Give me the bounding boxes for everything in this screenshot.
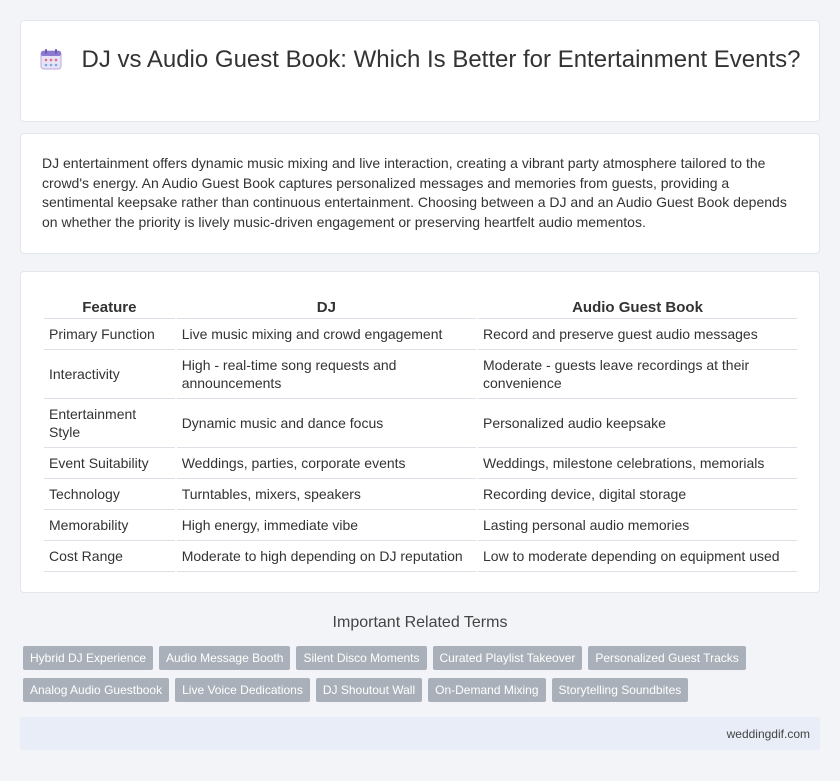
audio-guest-book-cell: Lasting personal audio memories: [478, 510, 797, 541]
calendar-icon: [40, 49, 61, 70]
table-header-row: Feature DJ Audio Guest Book: [44, 297, 797, 319]
intro-card: DJ entertainment offers dynamic music mi…: [20, 133, 820, 254]
intro-paragraph: DJ entertainment offers dynamic music mi…: [42, 155, 787, 230]
tag-on-demand-mixing[interactable]: On-Demand Mixing: [428, 678, 546, 702]
dj-cell: High - real-time song requests and annou…: [176, 350, 476, 399]
dj-cell: Weddings, parties, corporate events: [176, 448, 476, 479]
comparison-table: Feature DJ Audio Guest Book Primary Func…: [42, 297, 799, 572]
audio-guest-book-cell: Personalized audio keepsake: [478, 399, 797, 448]
tag-live-voice-dedications[interactable]: Live Voice Dedications: [175, 678, 310, 702]
tag-row: Analog Audio Guestbook Live Voice Dedica…: [23, 678, 803, 702]
feature-cell: Primary Function: [44, 319, 175, 350]
audio-guest-book-cell: Record and preserve guest audio messages: [478, 319, 797, 350]
table-row: Memorability High energy, immediate vibe…: [44, 510, 797, 541]
audio-guest-book-cell: Recording device, digital storage: [478, 479, 797, 510]
comparison-card: Feature DJ Audio Guest Book Primary Func…: [20, 271, 820, 593]
page-title: DJ vs Audio Guest Book: Which Is Better …: [81, 46, 801, 73]
header-feature: Feature: [44, 297, 175, 319]
dj-cell: Live music mixing and crowd engagement: [176, 319, 476, 350]
feature-cell: Interactivity: [44, 350, 175, 399]
table-row: Technology Turntables, mixers, speakers …: [44, 479, 797, 510]
dj-cell: Dynamic music and dance focus: [176, 399, 476, 448]
feature-cell: Technology: [44, 479, 175, 510]
footer: weddingdif.com: [20, 717, 820, 750]
feature-cell: Memorability: [44, 510, 175, 541]
tag-dj-shoutout-wall[interactable]: DJ Shoutout Wall: [315, 678, 423, 702]
table-row: Entertainment Style Dynamic music and da…: [44, 399, 797, 448]
header-dj: DJ: [176, 297, 476, 319]
dj-cell: Moderate to high depending on DJ reputat…: [176, 541, 476, 572]
table-row: Event Suitability Weddings, parties, cor…: [44, 448, 797, 479]
tag-hybrid-dj-experience[interactable]: Hybrid DJ Experience: [23, 646, 154, 670]
related-terms-heading: Important Related Terms: [332, 614, 508, 631]
table-row: Cost Range Moderate to high depending on…: [44, 541, 797, 572]
page-title-row: DJ vs Audio Guest Book: Which Is Better …: [21, 45, 819, 74]
feature-cell: Entertainment Style: [44, 399, 175, 448]
audio-guest-book-cell: Moderate - guests leave recordings at th…: [478, 350, 797, 399]
feature-cell: Event Suitability: [44, 448, 175, 479]
table-row: Interactivity High - real-time song requ…: [44, 350, 797, 399]
audio-guest-book-cell: Weddings, milestone celebrations, memori…: [478, 448, 797, 479]
page: DJ vs Audio Guest Book: Which Is Better …: [0, 0, 840, 781]
table-row: Primary Function Live music mixing and c…: [44, 319, 797, 350]
feature-cell: Cost Range: [44, 541, 175, 572]
dj-cell: High energy, immediate vibe: [176, 510, 476, 541]
tag-curated-playlist-takeover[interactable]: Curated Playlist Takeover: [432, 646, 583, 670]
header-audio-guest-book: Audio Guest Book: [478, 297, 797, 319]
dj-cell: Turntables, mixers, speakers: [176, 479, 476, 510]
tag-analog-audio-guestbook[interactable]: Analog Audio Guestbook: [23, 678, 170, 702]
tag-storytelling-soundbites[interactable]: Storytelling Soundbites: [551, 678, 689, 702]
tag-personalized-guest-tracks[interactable]: Personalized Guest Tracks: [588, 646, 746, 670]
tag-audio-message-booth[interactable]: Audio Message Booth: [159, 646, 291, 670]
tag-silent-disco-moments[interactable]: Silent Disco Moments: [296, 646, 427, 670]
audio-guest-book-cell: Low to moderate depending on equipment u…: [478, 541, 797, 572]
title-card: DJ vs Audio Guest Book: Which Is Better …: [20, 20, 820, 122]
related-terms-tags: Hybrid DJ Experience Audio Message Booth…: [23, 646, 803, 710]
tag-row: Hybrid DJ Experience Audio Message Booth…: [23, 646, 803, 670]
footer-site-link[interactable]: weddingdif.com: [727, 727, 810, 741]
